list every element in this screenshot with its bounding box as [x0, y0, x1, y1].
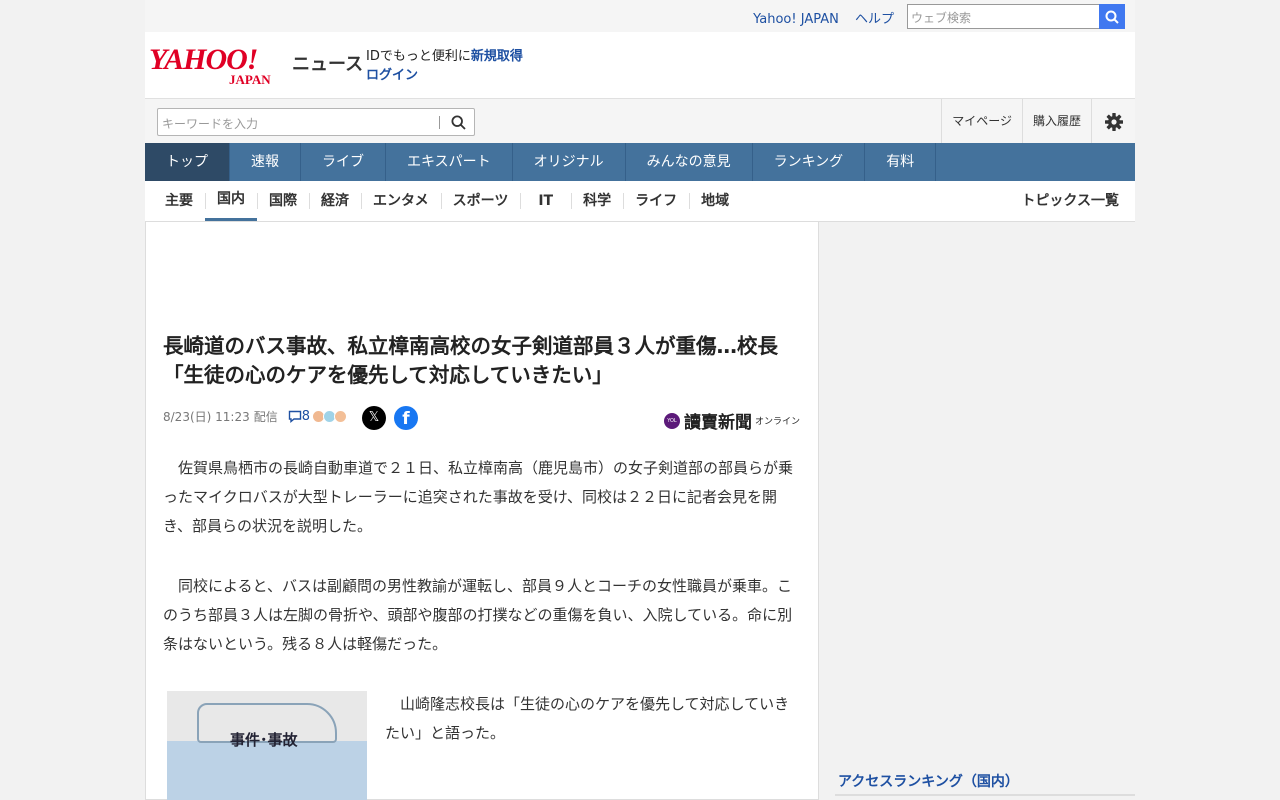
- login-link[interactable]: ログイン: [366, 66, 523, 85]
- publisher-sub: オンライン: [754, 417, 800, 427]
- divider: [835, 794, 1135, 796]
- category-region[interactable]: 地域: [689, 181, 741, 221]
- top-utility-bar: Yahoo! JAPAN ヘルプ ウェブ検索: [145, 0, 1135, 32]
- login-prompt: IDでもっと便利に新規取得 ログイン: [366, 47, 523, 85]
- utility-links: Yahoo! JAPAN ヘルプ: [741, 8, 894, 27]
- logo-main: YAHOO!: [149, 43, 258, 76]
- yahoo-japan-link[interactable]: Yahoo! JAPAN: [753, 12, 839, 27]
- article-meta: 8/23(日) 11:23 配信 8: [163, 408, 348, 425]
- category-nav: 主要 国内 国際 経済 エンタメ スポーツ IT 科学 ライフ 地域 トピックス…: [145, 181, 1135, 222]
- gear-icon: [1104, 112, 1123, 131]
- search-icon[interactable]: [451, 115, 466, 133]
- nav-tab-paid[interactable]: 有料: [865, 143, 937, 181]
- distribution-label: 配信: [253, 410, 278, 424]
- nav-tab-ranking[interactable]: ランキング: [753, 143, 866, 181]
- access-ranking-heading[interactable]: アクセスランキング（国内）: [838, 771, 1019, 791]
- service-name: ニュース: [292, 54, 364, 75]
- settings-button[interactable]: [1091, 99, 1135, 144]
- paragraph: 山崎隆志校長は「生徒の心のケアを優先して対応していきたい」と語った。: [385, 695, 790, 742]
- news-search-row: キーワードを入力 マイページ 購入履歴: [145, 98, 1135, 144]
- share-buttons: 𝕏 f: [362, 406, 418, 430]
- nav-tab-live[interactable]: ライブ: [301, 143, 386, 181]
- publisher-logo[interactable]: YOL 讀賣新聞 オンライン: [663, 408, 800, 433]
- avatar: [334, 410, 348, 423]
- my-page-link[interactable]: マイページ: [941, 99, 1022, 144]
- web-search-input[interactable]: ウェブ検索: [907, 4, 1100, 29]
- publish-date: 8/23(日) 11:23: [163, 410, 250, 424]
- paragraph: 佐賀県鳥栖市の長崎自動車道で２１日、私立樟南高（鹿児島市）の女子剣道部の部員らが…: [163, 459, 794, 535]
- keyword-placeholder: キーワードを入力: [162, 117, 259, 131]
- article-title: 長崎道のバス事故、私立樟南高校の女子剣道部員３人が重傷…校長「生徒の心のケアを優…: [163, 334, 778, 387]
- category-domestic[interactable]: 国内: [205, 181, 257, 221]
- global-nav: トップ 速報 ライブ エキスパート オリジナル みんなの意見 ランキング 有料: [145, 143, 1135, 181]
- web-search-button[interactable]: [1099, 4, 1125, 29]
- logo-sub: JAPAN: [229, 72, 271, 87]
- divider: [439, 116, 440, 129]
- category-it[interactable]: IT: [520, 181, 571, 221]
- comment-icon: [288, 410, 301, 423]
- nav-tab-original[interactable]: オリジナル: [513, 143, 626, 181]
- id-promo-text: IDでもっと便利に: [366, 49, 471, 64]
- category-entertainment[interactable]: エンタメ: [361, 181, 441, 221]
- image-caption-label: 事件･事故: [230, 731, 298, 749]
- keyword-search-input[interactable]: キーワードを入力: [157, 108, 475, 136]
- nav-tab-expert[interactable]: エキスパート: [386, 143, 513, 181]
- commenter-avatars: [312, 410, 348, 423]
- topics-list-link[interactable]: トピックス一覧: [1021, 181, 1119, 221]
- category-economy[interactable]: 経済: [309, 181, 361, 221]
- nav-tab-breaking[interactable]: 速報: [230, 143, 301, 181]
- site-header: YAHOO! JAPAN ニュース IDでもっと便利に新規取得 ログイン: [145, 32, 1135, 98]
- nav-tab-top[interactable]: トップ: [145, 143, 230, 181]
- category-science[interactable]: 科学: [571, 181, 623, 221]
- category-international[interactable]: 国際: [257, 181, 309, 221]
- register-link[interactable]: 新規取得: [471, 49, 523, 64]
- nav-tab-opinions[interactable]: みんなの意見: [626, 143, 753, 181]
- publisher-name: 讀賣新聞: [683, 413, 752, 433]
- article-panel: 長崎道のバス事故、私立樟南高校の女子剣道部員３人が重傷…校長「生徒の心のケアを優…: [145, 222, 819, 800]
- comment-count: 8: [301, 409, 311, 424]
- category-sports[interactable]: スポーツ: [440, 181, 521, 221]
- comment-link[interactable]: 8: [288, 409, 310, 424]
- search-icon: [1105, 10, 1119, 24]
- category-main[interactable]: 主要: [153, 181, 205, 221]
- paragraph: 同校によると、バスは副顧問の男性教諭が運転し、部員９人とコーチの女性職員が乗車。…: [163, 577, 793, 653]
- yahoo-news-logo[interactable]: YAHOO! JAPAN ニュース: [149, 43, 363, 88]
- share-x-button[interactable]: 𝕏: [362, 406, 386, 430]
- article-image[interactable]: 事件･事故: [167, 691, 367, 800]
- publisher-mark: YOL: [663, 412, 680, 429]
- header-account-links: マイページ 購入履歴: [941, 99, 1135, 144]
- category-life[interactable]: ライフ: [623, 181, 689, 221]
- help-link[interactable]: ヘルプ: [855, 12, 894, 27]
- purchase-history-link[interactable]: 購入履歴: [1021, 99, 1091, 144]
- share-facebook-button[interactable]: f: [394, 406, 418, 430]
